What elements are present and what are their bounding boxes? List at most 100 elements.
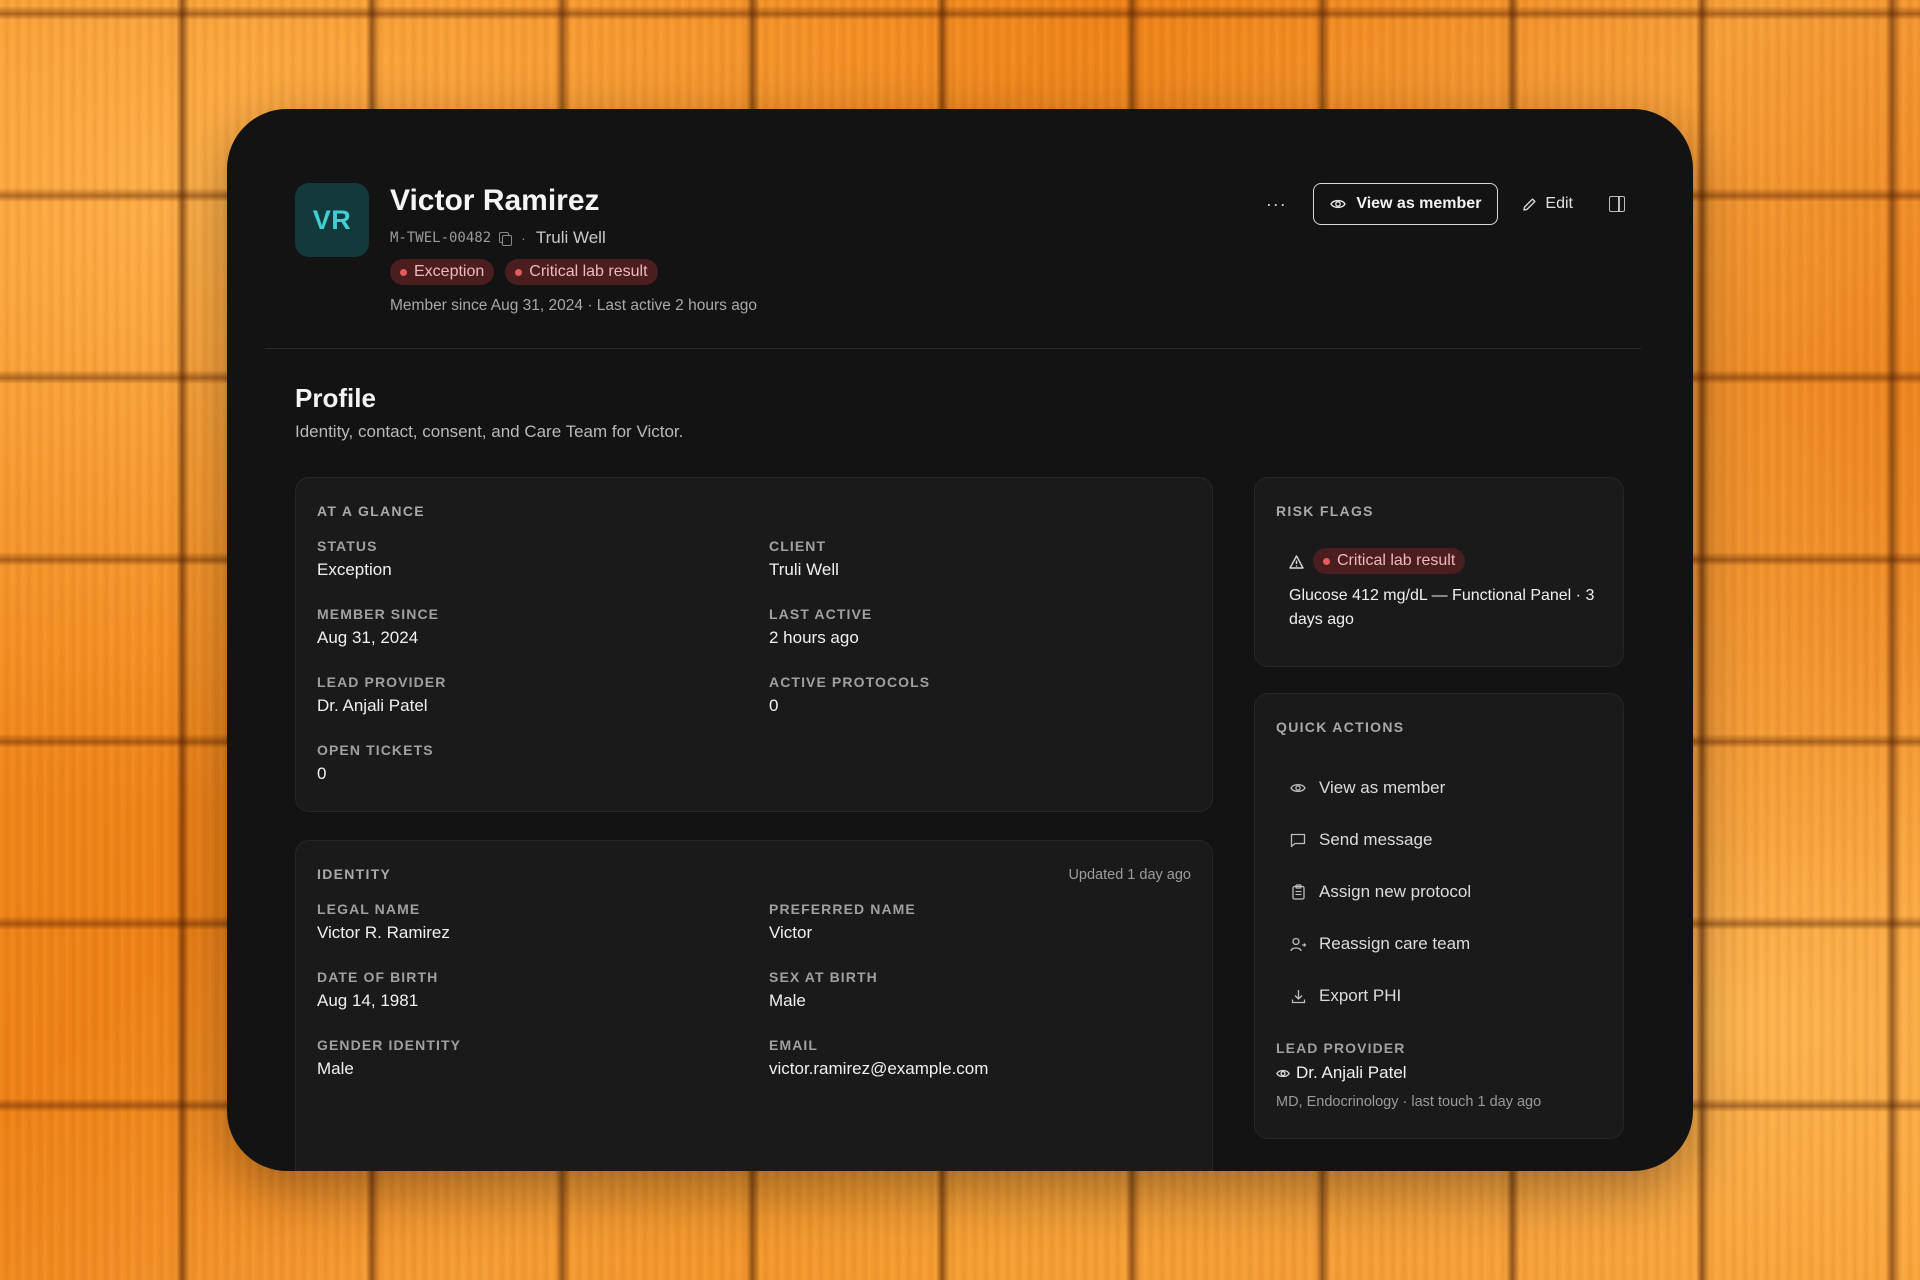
field-active-protocols: ACTIVE PROTOCOLS 0 xyxy=(769,674,1169,716)
field-status: STATUS Exception xyxy=(317,538,717,580)
panel-title: AT A GLANCE xyxy=(317,503,425,519)
quick-action-label: View as member xyxy=(1319,778,1446,797)
avatar: VR xyxy=(295,183,369,257)
field-label: CLIENT xyxy=(769,538,827,554)
view-as-member-label: View as member xyxy=(1356,195,1482,212)
panel-title: IDENTITY xyxy=(317,866,392,882)
field-value: Victor R. Ramirez xyxy=(317,923,450,942)
member-name: Victor Ramirez xyxy=(390,184,600,217)
client-name: Truli Well xyxy=(535,228,606,247)
eye-icon xyxy=(1289,782,1307,794)
field-label: SEX AT BIRTH xyxy=(769,969,878,985)
quick-action-label: Reassign care team xyxy=(1319,934,1471,953)
field-value: victor.ramirez@example.com xyxy=(769,1059,989,1078)
field-label: ACTIVE PROTOCOLS xyxy=(769,674,931,690)
field-value: Male xyxy=(769,991,806,1010)
badge-dot-icon xyxy=(1323,557,1330,565)
at-a-glance-panel: AT A GLANCE STATUS Exception CLIENT Trul… xyxy=(295,477,1213,812)
field-member-since: MEMBER SINCE Aug 31, 2024 xyxy=(317,606,717,648)
field-label: DATE OF BIRTH xyxy=(317,969,439,985)
field-value: Dr. Anjali Patel xyxy=(317,696,428,715)
field-value: 0 xyxy=(769,696,779,715)
field-value: 2 hours ago xyxy=(769,628,859,647)
header-actions: ··· View as member Edit xyxy=(1261,183,1625,225)
field-value: Exception xyxy=(317,560,392,579)
quick-action-assign-protocol[interactable]: Assign new protocol xyxy=(1289,866,1471,918)
pencil-icon xyxy=(1522,197,1537,212)
field-value: Aug 31, 2024 xyxy=(317,628,419,647)
quick-action-reassign-care-team[interactable]: Reassign care team xyxy=(1289,918,1471,970)
badge-label: Critical lab result xyxy=(529,263,648,280)
field-label: LAST ACTIVE xyxy=(769,606,873,622)
badge-label: Critical lab result xyxy=(1337,552,1456,569)
field-lead-provider: LEAD PROVIDER Dr. Anjali Patel xyxy=(317,674,717,716)
field-last-active: LAST ACTIVE 2 hours ago xyxy=(769,606,1169,648)
member-id: M-TWEL-00482 xyxy=(390,230,492,246)
field-label: GENDER IDENTITY xyxy=(317,1037,462,1053)
clipboard-icon xyxy=(1289,884,1307,900)
member-meta: M-TWEL-00482 · Truli Well xyxy=(390,227,757,249)
identity-panel: IDENTITY Updated 1 day ago LEGAL NAME Vi… xyxy=(295,840,1213,1171)
risk-flags-panel: RISK FLAGS Critical lab result Glucose 4… xyxy=(1254,477,1624,667)
header-divider xyxy=(265,348,1641,349)
field-label: STATUS xyxy=(317,538,378,554)
field-date-of-birth: DATE OF BIRTH Aug 14, 1981 xyxy=(317,969,717,1011)
lead-provider-meta: MD, Endocrinology · last touch 1 day ago xyxy=(1276,1094,1542,1110)
download-icon xyxy=(1289,989,1307,1004)
panel-title: RISK FLAGS xyxy=(1276,503,1374,519)
quick-action-view-as-member[interactable]: View as member xyxy=(1289,762,1471,814)
status-badge-exception: Exception xyxy=(390,259,495,285)
member-profile-card: VR Victor Ramirez M-TWEL-00482 · Truli W… xyxy=(227,109,1693,1171)
lead-provider-link[interactable]: Dr. Anjali Patel xyxy=(1276,1063,1407,1083)
view-as-member-button[interactable]: View as member xyxy=(1313,183,1499,225)
quick-action-send-message[interactable]: Send message xyxy=(1289,814,1471,866)
eye-icon xyxy=(1330,198,1347,210)
field-label: OPEN TICKETS xyxy=(317,742,434,758)
field-value: Aug 14, 1981 xyxy=(317,991,419,1010)
status-badges: Exception Critical lab result xyxy=(390,259,757,285)
field-preferred-name: PREFERRED NAME Victor xyxy=(769,901,1169,943)
lead-provider-label: LEAD PROVIDER xyxy=(1276,1040,1406,1056)
field-open-tickets: OPEN TICKETS 0 xyxy=(317,742,717,784)
field-label: LEAD PROVIDER xyxy=(317,674,447,690)
risk-flag-description: Glucose 412 mg/dL — Functional Panel · 3… xyxy=(1289,587,1595,628)
field-label: LEGAL NAME xyxy=(317,901,421,917)
field-client: CLIENT Truli Well xyxy=(769,538,1169,580)
field-value: Truli Well xyxy=(769,560,839,579)
field-gender-identity: GENDER IDENTITY Male xyxy=(317,1037,717,1079)
warning-icon xyxy=(1289,554,1304,569)
field-email: EMAIL victor.ramirez@example.com xyxy=(769,1037,1169,1079)
field-label: EMAIL xyxy=(769,1037,819,1053)
badge-dot-icon xyxy=(400,268,407,276)
quick-action-export-phi[interactable]: Export PHI xyxy=(1289,970,1471,1022)
risk-flag-row: Critical lab result xyxy=(1289,548,1466,574)
quick-actions-list: View as member Send message Assign new p… xyxy=(1289,762,1471,1022)
quick-actions-panel: QUICK ACTIONS View as member Send messag… xyxy=(1254,693,1624,1139)
quick-action-label: Export PHI xyxy=(1319,986,1402,1005)
panel-title: QUICK ACTIONS xyxy=(1276,719,1405,735)
member-header: VR Victor Ramirez M-TWEL-00482 · Truli W… xyxy=(295,183,1625,343)
separator: · xyxy=(521,230,526,246)
edit-button[interactable]: Edit xyxy=(1522,195,1573,213)
toggle-panel-icon[interactable] xyxy=(1609,196,1625,212)
field-value: Victor xyxy=(769,923,813,942)
member-since-line: Member since Aug 31, 2024 · Last active … xyxy=(390,297,758,314)
lead-provider-name: Dr. Anjali Patel xyxy=(1296,1063,1407,1082)
updated-timestamp: Updated 1 day ago xyxy=(1068,867,1191,883)
field-legal-name: LEGAL NAME Victor R. Ramirez xyxy=(317,901,717,943)
risk-flag-badge: Critical lab result xyxy=(1313,548,1466,574)
more-options-button[interactable]: ··· xyxy=(1261,186,1291,222)
status-badge-critical-lab: Critical lab result xyxy=(505,259,658,285)
field-value: 0 xyxy=(317,764,327,783)
badge-label: Exception xyxy=(414,263,485,280)
edit-label: Edit xyxy=(1545,195,1573,212)
eye-icon xyxy=(1276,1068,1290,1079)
user-switch-icon xyxy=(1289,937,1307,952)
quick-action-label: Assign new protocol xyxy=(1319,882,1472,901)
quick-action-label: Send message xyxy=(1319,830,1433,849)
member-info: Victor Ramirez M-TWEL-00482 · Truli Well… xyxy=(390,183,757,315)
copy-icon[interactable] xyxy=(499,231,513,246)
field-sex-at-birth: SEX AT BIRTH Male xyxy=(769,969,1169,1011)
page-subtitle: Identity, contact, consent, and Care Tea… xyxy=(295,422,684,441)
message-icon xyxy=(1289,833,1307,848)
